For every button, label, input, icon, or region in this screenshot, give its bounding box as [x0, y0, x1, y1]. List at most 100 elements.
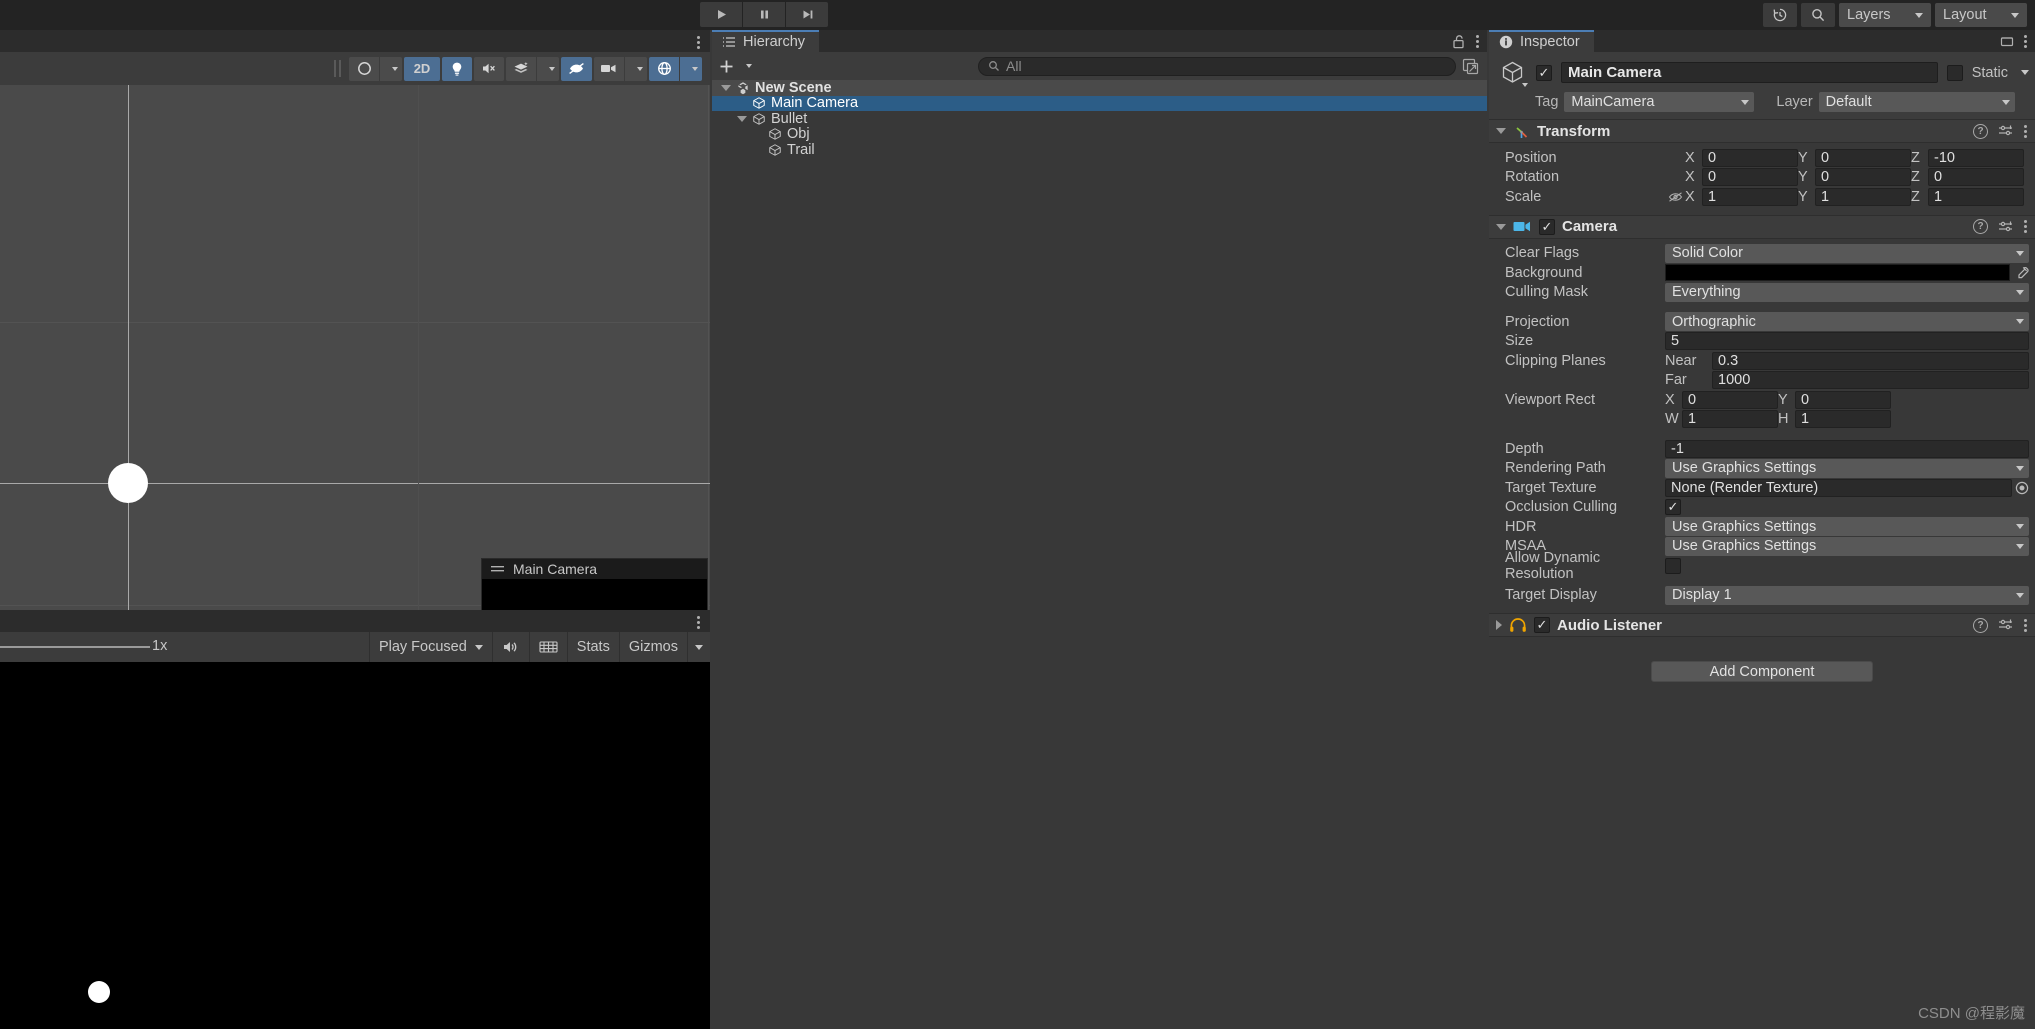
lock-open-icon[interactable] [1452, 34, 1466, 49]
expand-search-icon[interactable] [1462, 58, 1479, 75]
position-x-input[interactable]: 0 [1702, 148, 1798, 167]
tab-hierarchy[interactable]: Hierarchy [712, 30, 820, 52]
tag-dropdown[interactable]: MainCamera [1564, 92, 1755, 112]
scale-y-input[interactable]: 1 [1815, 187, 1911, 206]
viewport-h-input[interactable]: 1 [1795, 410, 1891, 429]
step-button[interactable] [786, 2, 828, 27]
help-icon[interactable]: ? [1973, 219, 1988, 234]
layout-dropdown[interactable]: Layout [1935, 3, 2027, 27]
preset-icon[interactable] [1998, 618, 2014, 632]
target-display-dropdown[interactable]: Display 1 [1665, 585, 2029, 605]
projection-dropdown[interactable]: Orthographic [1665, 312, 2029, 332]
add-gameobject-button[interactable] [718, 58, 752, 75]
hdr-dropdown[interactable]: Use Graphics Settings [1665, 517, 2029, 537]
component-foldout-icon[interactable] [1496, 620, 1502, 630]
scene-camera-dropdown[interactable] [625, 56, 647, 81]
gameobject-name-input[interactable]: Main Camera [1561, 62, 1938, 83]
component-menu-icon[interactable] [2024, 124, 2027, 138]
occlusion-culling-checkbox[interactable]: ✓ [1665, 499, 1681, 516]
depth-input[interactable]: -1 [1665, 439, 2029, 458]
gizmos-button[interactable]: Gizmos [618, 632, 687, 662]
scale-x-input[interactable]: 1 [1702, 187, 1798, 206]
component-foldout-icon[interactable] [1496, 128, 1506, 134]
hierarchy-menu-icon[interactable] [1476, 34, 1479, 48]
dock-icon[interactable] [2000, 35, 2014, 48]
eyedropper-icon[interactable] [2014, 265, 2029, 280]
clipping-far-input[interactable]: 1000 [1712, 371, 2029, 390]
background-color-swatch[interactable] [1665, 264, 2010, 282]
preset-icon[interactable] [1998, 124, 2014, 138]
mute-audio-button[interactable] [491, 632, 529, 662]
expand-triangle-icon[interactable] [721, 84, 731, 91]
position-y-input[interactable]: 0 [1815, 148, 1911, 167]
gizmos-toggle-button[interactable] [649, 56, 679, 81]
position-z-input[interactable]: -10 [1928, 148, 2024, 167]
allow-dynamic-resolution-checkbox[interactable] [1665, 557, 1681, 574]
pause-button[interactable] [743, 2, 785, 27]
help-icon[interactable]: ? [1973, 617, 1988, 633]
hierarchy-item-obj[interactable]: Obj [712, 126, 1487, 142]
object-picker-icon[interactable] [2015, 481, 2029, 495]
stats-button[interactable]: Stats [566, 632, 619, 662]
scene-view-canvas[interactable]: Main Camera [0, 85, 710, 640]
component-menu-icon[interactable] [2024, 618, 2027, 632]
component-menu-icon[interactable] [2024, 220, 2027, 233]
component-enable-checkbox[interactable]: ✓ [1539, 218, 1555, 235]
layer-dropdown[interactable]: Default [1818, 92, 2015, 112]
culling-mask-dropdown[interactable]: Everything [1665, 282, 2029, 302]
rotation-z-input[interactable]: 0 [1928, 168, 2024, 187]
target-texture-object-field[interactable]: None (Render Texture) [1665, 478, 2012, 497]
play-button[interactable] [700, 2, 742, 27]
gizmos-dropdown[interactable] [687, 632, 710, 662]
hidden-objects-toggle-button[interactable] [561, 56, 592, 81]
layers-dropdown[interactable]: Layers [1839, 3, 1931, 27]
hierarchy-item-trail[interactable]: Trail [712, 142, 1487, 158]
hierarchy-item-bullet[interactable]: Bullet [712, 111, 1487, 127]
tab-inspector[interactable]: Inspector [1489, 30, 1594, 52]
gameobject-active-checkbox[interactable]: ✓ [1536, 64, 1552, 81]
history-icon[interactable] [1763, 3, 1797, 27]
shading-mode-dropdown[interactable] [380, 56, 402, 81]
component-header-transform[interactable]: Transform? [1489, 119, 2035, 143]
chevron-down-icon[interactable] [1522, 83, 1528, 87]
help-icon[interactable]: ? [1973, 123, 1988, 139]
game-menu-icon[interactable] [697, 616, 700, 629]
viewport-w-input[interactable]: 1 [1682, 410, 1778, 429]
component-header-camera[interactable]: ✓ Camera? [1489, 214, 2035, 239]
audio-toggle-button[interactable] [474, 56, 504, 81]
hierarchy-item-new-scene[interactable]: New Scene [712, 80, 1487, 96]
size-input[interactable]: 5 [1665, 332, 2029, 351]
rotation-y-input[interactable]: 0 [1815, 168, 1911, 187]
clear-flags-dropdown[interactable]: Solid Color [1665, 243, 2029, 263]
scene-menu-icon[interactable] [697, 36, 700, 49]
expand-triangle-icon[interactable] [737, 115, 747, 122]
search-icon[interactable] [1801, 3, 1835, 27]
msaa-dropdown[interactable]: Use Graphics Settings [1665, 536, 2029, 556]
scene-camera-button[interactable] [594, 56, 624, 81]
play-mode-dropdown[interactable]: Play Focused [368, 632, 492, 662]
fx-toggle-button[interactable] [506, 56, 536, 81]
lighting-toggle-button[interactable] [442, 56, 472, 81]
viewport-x-input[interactable]: 0 [1682, 390, 1778, 409]
preset-icon[interactable] [1998, 220, 2014, 234]
fx-dropdown[interactable] [537, 56, 559, 81]
scale-z-input[interactable]: 1 [1928, 187, 2024, 206]
rotation-x-input[interactable]: 0 [1702, 168, 1798, 187]
hierarchy-search-input[interactable]: All [978, 56, 1456, 76]
gizmos-dropdown[interactable] [680, 56, 702, 81]
shading-mode-button[interactable] [349, 56, 379, 81]
component-header-audio-listener[interactable]: ✓ Audio Listener? [1489, 613, 2035, 637]
hierarchy-item-main-camera[interactable]: Main Camera [712, 95, 1487, 111]
add-component-button[interactable]: Add Component [1651, 661, 1873, 682]
static-dropdown-chevron-down-icon[interactable] [2021, 70, 2029, 75]
clipping-near-input[interactable]: 0.3 [1712, 351, 2029, 370]
uniform-scale-lock-icon[interactable] [1665, 191, 1685, 203]
2d-toggle-button[interactable]: 2D [404, 56, 440, 81]
component-foldout-icon[interactable] [1496, 223, 1506, 230]
static-checkbox[interactable] [1946, 64, 1963, 81]
game-view-canvas[interactable] [0, 662, 710, 1029]
aspect-ratio-button[interactable] [528, 632, 567, 662]
component-enable-checkbox[interactable]: ✓ [1534, 617, 1550, 633]
inspector-menu-icon[interactable] [2024, 34, 2027, 48]
zoom-slider[interactable] [0, 646, 150, 648]
